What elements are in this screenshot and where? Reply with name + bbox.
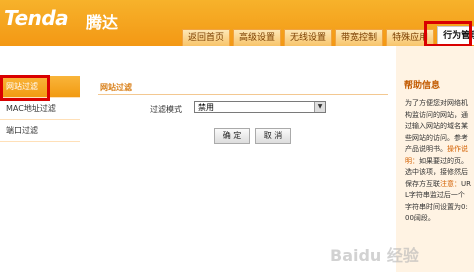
cancel-button[interactable]: 取 消 [255,128,291,144]
help-panel: 帮助信息 为了方便您对网络机构监访问的网站，通过输入网站的域名某些网站的访问。参… [396,46,474,272]
tab-advanced-settings[interactable]: 高级设置 [233,29,282,46]
filter-mode-label: 过滤模式 [150,105,182,114]
watermark: Baidu 经验 [330,246,419,265]
top-header: Tenda 腾达 返回首页 高级设置 无线设置 带宽控制 特殊应用 行为管理 [0,0,474,46]
help-title: 帮助信息 [404,81,441,91]
panel-title: 网站过滤 [100,83,132,92]
help-note-label: 注意： [440,179,461,188]
left-sidebar: 网站过滤 MAC地址过滤 端口过滤 [0,76,80,272]
highlight-box-tab [424,21,472,47]
brand-logo-cn: 腾达 [86,13,119,32]
tab-wireless-settings[interactable]: 无线设置 [284,29,333,46]
tab-home[interactable]: 返回首页 [182,29,231,46]
filter-mode-value: 禁用 [198,103,214,112]
panel-divider [98,94,388,95]
tab-bandwidth-control[interactable]: 带宽控制 [335,29,384,46]
confirm-button[interactable]: 确 定 [214,128,250,144]
highlight-box-sidebar [0,75,50,101]
help-text: 为了方便您对网络机构监访问的网站，通过输入网站的域名某些网站的访问。参考产品说明… [405,98,471,225]
brand-logo: Tenda [4,6,69,30]
sidebar-item-port-filter[interactable]: 端口过滤 [0,120,80,142]
sidebar-item-mac-filter[interactable]: MAC地址过滤 [0,98,80,120]
chevron-down-icon[interactable]: ▼ [314,102,325,112]
filter-mode-select[interactable]: 禁用 ▼ [194,101,326,113]
